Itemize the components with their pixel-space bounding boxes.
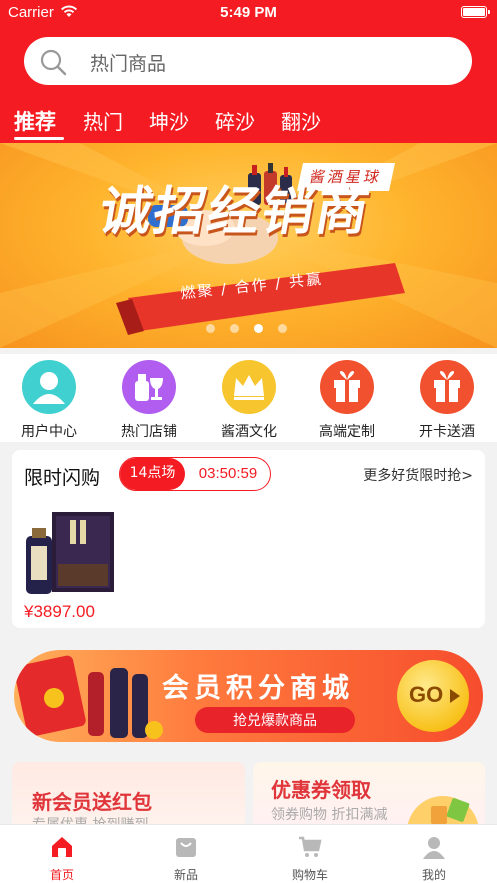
carousel-dot-active[interactable] — [254, 324, 263, 333]
card-title: 优惠券领取 — [271, 778, 371, 802]
search-placeholder: 热门商品 — [90, 53, 167, 75]
bottom-tab-bar: 首页 新品 购物车 我的 — [0, 824, 497, 883]
carousel-indicator — [206, 324, 296, 334]
wine-icon — [122, 360, 176, 414]
banner-art — [0, 143, 497, 348]
menu-card-gift[interactable]: 开卡送酒 — [402, 360, 492, 440]
go-button[interactable]: GO — [397, 660, 469, 732]
search-icon — [40, 49, 67, 76]
flash-sale-timer: 14点场 03:50:59 — [119, 457, 271, 491]
battery-icon — [461, 6, 490, 18]
gift-icon — [320, 360, 374, 414]
tab-label: 首页 — [49, 868, 74, 882]
banner-headline: 诚招经销商 — [94, 182, 376, 242]
menu-label: 高端定制 — [319, 424, 375, 440]
category-tabs: 推荐 热门 坤沙 碎沙 翻沙 — [0, 106, 497, 140]
carousel-dot[interactable] — [278, 324, 287, 333]
menu-label: 用户中心 — [21, 424, 77, 440]
card-title: 新会员送红包 — [32, 790, 152, 814]
tab-recommend[interactable]: 推荐 — [14, 106, 56, 136]
tab-suisha[interactable]: 碎沙 — [215, 106, 255, 135]
home-screen: Carrier 5:49 PM 热门商品 推荐 热门 坤沙 碎沙 翻沙 酱酒星球… — [0, 0, 497, 883]
carousel-dot[interactable] — [206, 324, 215, 333]
member-title: 会员积分商城 — [162, 673, 354, 704]
carousel-dot[interactable] — [230, 324, 239, 333]
quick-menu: 用户中心 热门店铺 酱酒文化 高端定制 开卡送酒 — [0, 354, 497, 442]
promo-banner[interactable]: 酱酒星球 诚招经销商 燃聚 / 合作 / 共赢 — [0, 143, 497, 348]
tab-fansha[interactable]: 翻沙 — [281, 106, 321, 135]
tab-hot[interactable]: 热门 — [83, 106, 123, 135]
tab-label: 新品 — [173, 868, 198, 882]
play-arrow-icon — [450, 689, 460, 703]
active-tab-indicator — [14, 137, 64, 140]
crown-icon — [222, 360, 276, 414]
menu-label: 开卡送酒 — [419, 424, 475, 440]
menu-culture[interactable]: 酱酒文化 — [204, 360, 294, 440]
member-banner-art — [14, 655, 163, 739]
menu-user-center[interactable]: 用户中心 — [4, 360, 94, 440]
header: Carrier 5:49 PM 热门商品 推荐 热门 坤沙 碎沙 翻沙 — [0, 0, 497, 143]
menu-custom[interactable]: 高端定制 — [302, 360, 392, 440]
flash-sale-title: 限时闪购 — [24, 467, 101, 489]
session-label: 14点场 — [120, 458, 185, 490]
member-points-banner[interactable]: 会员积分商城 抢兑爆款商品 GO — [14, 650, 483, 742]
tab-label: 我的 — [421, 868, 446, 882]
bag-icon — [176, 838, 196, 857]
profile-icon — [423, 837, 445, 859]
gift-icon — [420, 360, 474, 414]
menu-label: 酱酒文化 — [221, 424, 277, 440]
member-subtitle-pill: 抢兑爆款商品 — [195, 707, 355, 733]
member-subtitle: 抢兑爆款商品 — [233, 713, 317, 729]
home-icon — [52, 837, 72, 857]
menu-label: 热门店铺 — [121, 424, 177, 440]
product-image[interactable] — [18, 510, 118, 595]
countdown: 03:50:59 — [198, 465, 258, 482]
new-member-card[interactable]: 新会员送红包 专属优惠 抢到赚到 — [12, 762, 245, 832]
tab-profile[interactable]: 我的 — [389, 833, 479, 883]
more-deals-link[interactable]: 更多好货限时抢> — [363, 465, 473, 485]
tab-home[interactable]: 首页 — [17, 833, 107, 883]
user-icon — [22, 360, 76, 414]
cart-icon — [299, 836, 322, 857]
clock: 5:49 PM — [220, 4, 277, 21]
tab-new[interactable]: 新品 — [141, 833, 231, 883]
go-label: GO — [409, 682, 444, 707]
tab-cart[interactable]: 购物车 — [265, 833, 355, 883]
flash-sale-card: 限时闪购 14点场 03:50:59 更多好货限时抢> ¥3897.00 — [12, 450, 485, 628]
search-bar[interactable]: 热门商品 — [24, 37, 472, 85]
tab-kunsha[interactable]: 坤沙 — [149, 106, 189, 135]
status-bar: Carrier 5:49 PM — [0, 0, 497, 26]
tab-label: 购物车 — [291, 868, 328, 882]
card-subtitle: 领券购物 折扣满减 — [271, 807, 388, 823]
coupon-card[interactable]: 优惠券领取 领券购物 折扣满减 — [253, 762, 485, 832]
product-price: ¥3897.00 — [24, 602, 95, 621]
menu-hot-stores[interactable]: 热门店铺 — [104, 360, 194, 440]
